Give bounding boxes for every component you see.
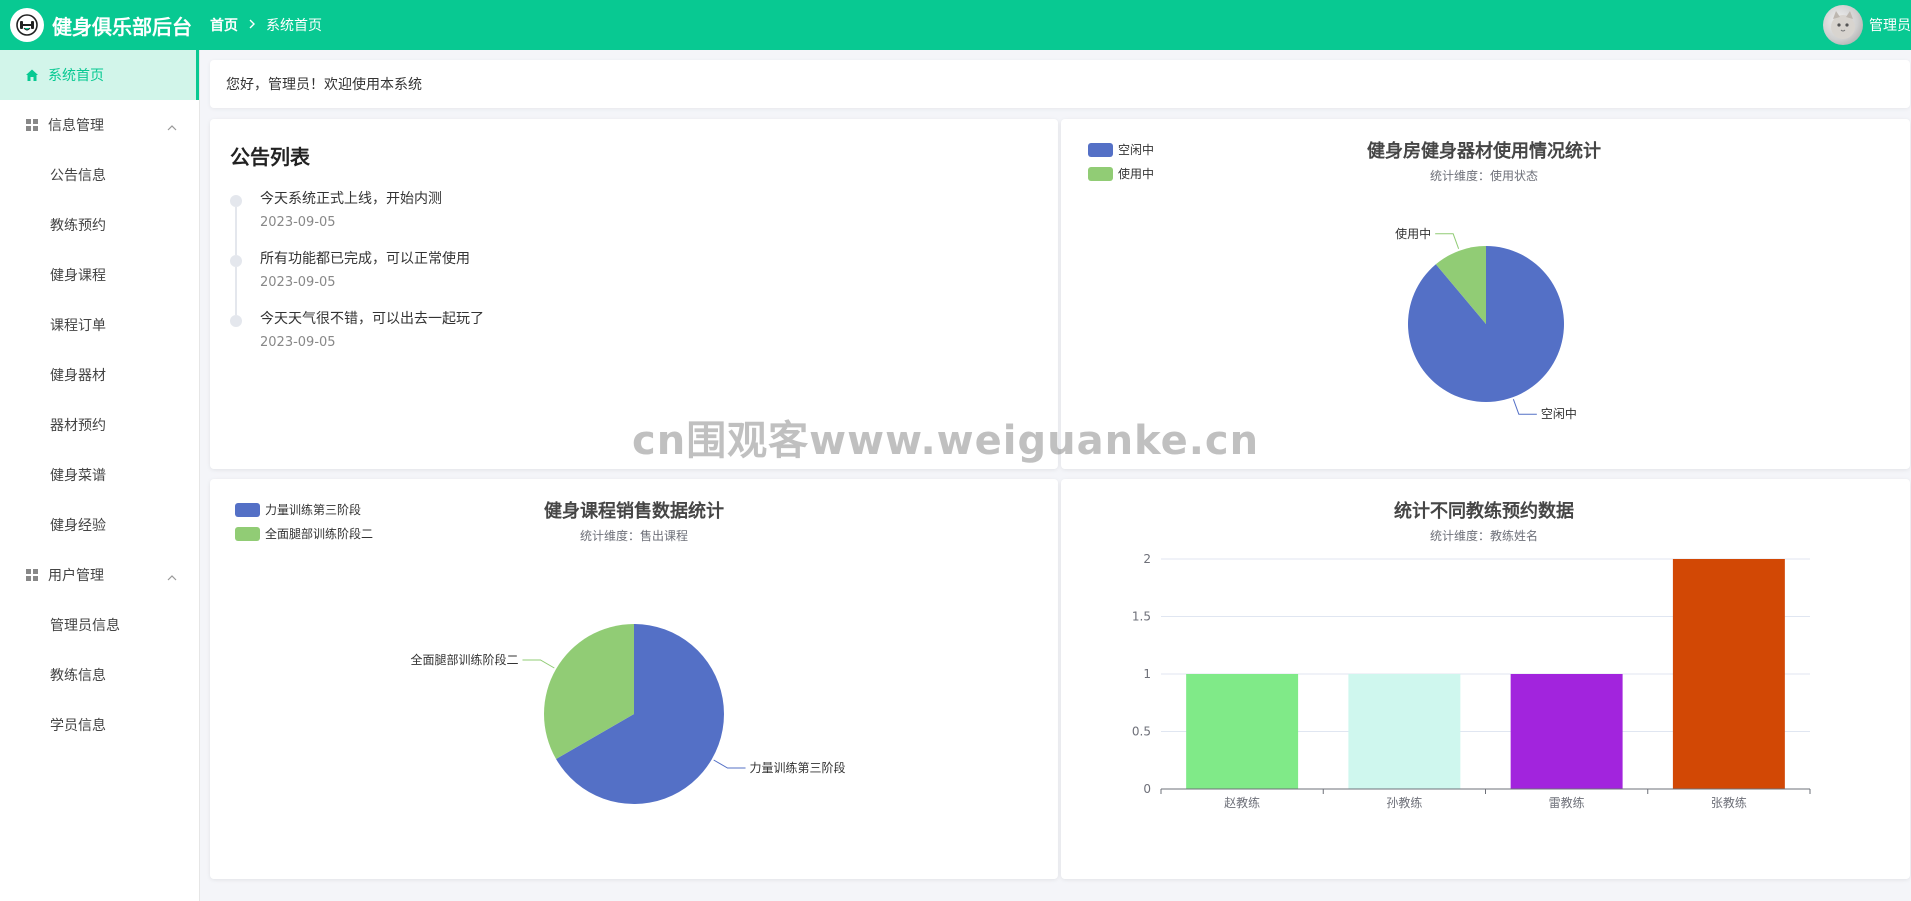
legend-label[interactable]: 空闲中 [1118,142,1154,157]
y-tick-label: 0.5 [1132,725,1151,739]
label-leader-line [522,659,555,669]
notice-title: 公告列表 [230,145,310,169]
label-leader-line [1435,233,1460,249]
notice-card: 公告列表 今天系统正式上线，开始内测 2023-09-05 所有功能都已完成，可… [210,119,1058,469]
chevron-right-icon [248,17,256,33]
chart-title: 统计不同教练预约数据 [1394,500,1574,522]
chart-legend: 空闲中使用中 [1088,142,1154,181]
pie-label: 空闲中 [1541,406,1577,421]
legend-swatch[interactable] [1088,167,1113,181]
chart-subtitle: 统计维度：售出课程 [580,528,688,543]
legend-swatch[interactable] [235,527,260,541]
sidebar-item-equipment[interactable]: 健身器材 [0,350,199,400]
list-item[interactable]: 今天系统正式上线，开始内测 2023-09-05 [230,189,484,255]
grid-icon [24,117,40,133]
bar[interactable] [1186,674,1299,789]
logo: 健身俱乐部后台 [0,8,200,42]
sidebar-item-coaches[interactable]: 教练信息 [0,650,199,700]
legend-label[interactable]: 使用中 [1118,166,1154,181]
sidebar-item-label: 系统首页 [48,68,104,84]
timeline-connector [235,207,237,255]
pie-label: 使用中 [1395,226,1431,241]
notice-text: 所有功能都已完成，可以正常使用 [260,251,470,267]
notice-date: 2023-09-05 [260,275,336,290]
coach-booking-bar-chart: 统计不同教练预约数据 统计维度：教练姓名 0 0.5 1 1.5 2 赵教练 孙教练 雷教练 张… [1132,500,1811,810]
legend-label[interactable]: 全面腿部训练阶段二 [265,526,373,541]
chart-title: 健身房健身器材使用情况统计 [1367,140,1601,162]
course-sales-pie-chart: 健身课程销售数据统计 统计维度：售出课程 力量训练第三阶段全面腿部训练阶段二 力… [235,500,846,804]
user-menu[interactable]: 管理员 [1823,0,1911,50]
x-tick-label: 雷教练 [1549,795,1585,810]
sidebar-item-courses[interactable]: 健身课程 [0,250,199,300]
dumbbell-logo-icon [10,8,44,42]
chart-subtitle: 统计维度：使用状态 [1430,168,1538,183]
sidebar-item-course-orders[interactable]: 课程订单 [0,300,199,350]
notice-date: 2023-09-05 [260,335,336,350]
welcome-banner: 您好，管理员！欢迎使用本系统 [210,60,1910,108]
breadcrumb: 首页 系统首页 [210,15,322,35]
timeline-dot-icon [230,315,242,327]
sidebar-item-coach-booking[interactable]: 教练预约 [0,200,199,250]
y-tick-label: 1.5 [1132,610,1151,624]
notice-text: 今天天气很不错，可以出去一起玩了 [260,311,484,327]
sidebar-item-equipment-booking[interactable]: 器材预约 [0,400,199,450]
list-item[interactable]: 所有功能都已完成，可以正常使用 2023-09-05 [230,249,484,315]
legend-label[interactable]: 力量训练第三阶段 [265,502,361,517]
x-tick-label: 孙教练 [1386,795,1422,810]
timeline-dot-icon [230,255,242,267]
y-tick-label: 2 [1143,552,1151,566]
notice-timeline: 今天系统正式上线，开始内测 2023-09-05 所有功能都已完成，可以正常使用… [230,189,484,369]
equipment-usage-chart-card: 健身房健身器材使用情况统计 统计维度：使用状态 空闲中 使用中 空闲中 使用中 [1061,119,1910,469]
top-header: 健身俱乐部后台 首页 系统首页 管理员 [0,0,1911,50]
bar[interactable] [1672,559,1785,789]
y-tick-label: 0 [1143,782,1151,796]
chart-legend: 力量训练第三阶段全面腿部训练阶段二 [235,502,373,541]
sidebar-item-notice[interactable]: 公告信息 [0,150,199,200]
x-tick-label: 赵教练 [1224,795,1260,810]
chart-subtitle: 统计维度：教练姓名 [1430,528,1538,543]
chevron-up-icon [167,570,177,586]
sidebar-item-recipes[interactable]: 健身菜谱 [0,450,199,500]
equipment-usage-pie-chart: 健身房健身器材使用情况统计 统计维度：使用状态 空闲中使用中 空闲中使用中 [1088,140,1601,421]
breadcrumb-current: 系统首页 [266,18,322,34]
pie-label: 全面腿部训练阶段二 [410,652,518,667]
x-tick-label: 张教练 [1711,795,1747,810]
pie-slices [544,624,724,804]
timeline-connector [235,267,237,315]
course-sales-chart-card: 健身课程销售数据统计 统计维度：售出课程 力量训练第三阶段 全面腿部训练阶段二 力… [210,479,1058,879]
avatar[interactable] [1823,5,1863,45]
bar[interactable] [1348,674,1461,789]
legend-swatch[interactable] [1088,143,1113,157]
coach-booking-chart-card: 统计不同教练预约数据 统计维度：教练姓名 0 0.5 1 1.5 2 赵教练 孙教练 雷教练 张… [1061,479,1910,879]
sidebar-group-info[interactable]: 信息管理 [0,100,199,150]
label-leader-line [713,759,746,769]
sidebar-item-members[interactable]: 学员信息 [0,700,199,750]
sidebar-group-label: 用户管理 [48,568,104,584]
pie-slices [1408,246,1564,403]
chevron-up-icon [167,120,177,136]
breadcrumb-home[interactable]: 首页 [210,15,238,35]
bar[interactable] [1510,674,1623,789]
legend-swatch[interactable] [235,503,260,517]
user-name[interactable]: 管理员 [1869,15,1911,35]
pie-label: 力量训练第三阶段 [750,760,846,775]
sidebar-item-experience[interactable]: 健身经验 [0,500,199,550]
sidebar-item-admins[interactable]: 管理员信息 [0,600,199,650]
list-item[interactable]: 今天天气很不错，可以出去一起玩了 2023-09-05 [230,309,484,369]
notice-date: 2023-09-05 [260,215,336,230]
sidebar-item-home[interactable]: 系统首页 [0,50,199,100]
y-tick-label: 1 [1143,667,1151,681]
grid-icon [24,567,40,583]
chart-title: 健身课程销售数据统计 [544,500,724,522]
label-leader-line [1512,399,1537,415]
sidebar-group-users[interactable]: 用户管理 [0,550,199,600]
notice-text: 今天系统正式上线，开始内测 [260,191,442,207]
timeline-dot-icon [230,195,242,207]
sidebar-group-label: 信息管理 [48,118,104,134]
home-icon [24,67,40,83]
sidebar: 系统首页 信息管理 公告信息 教练预约 健身课程 课程订单 健身器材 器材预约 … [0,50,200,901]
app-title: 健身俱乐部后台 [52,14,192,39]
